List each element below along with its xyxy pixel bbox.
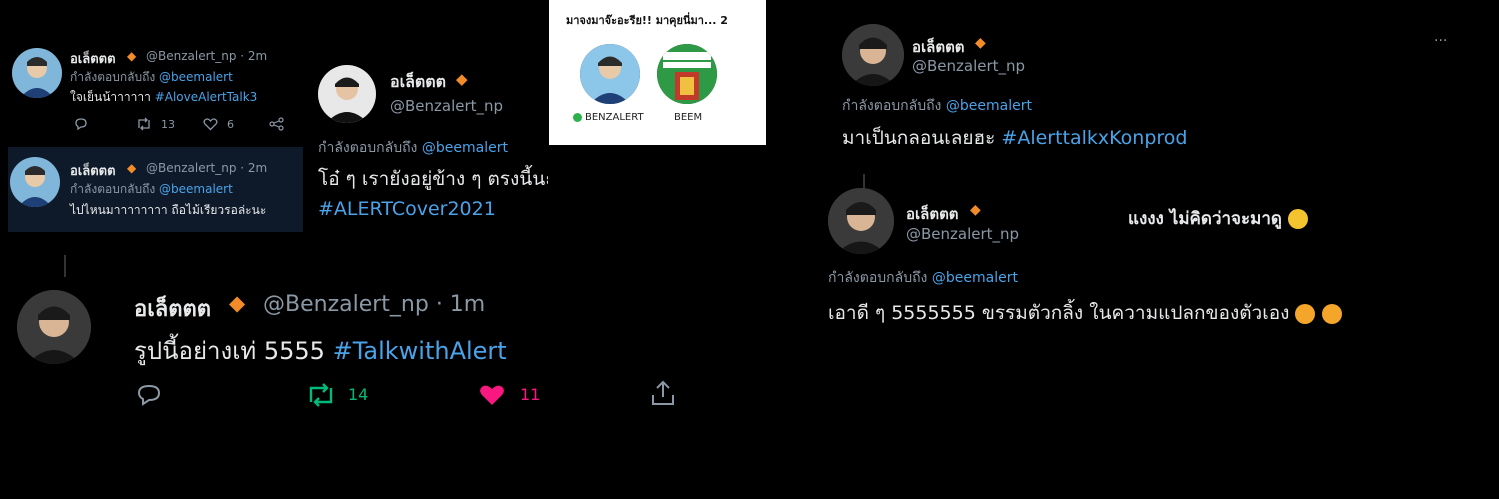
fox-emoji: ◆ xyxy=(456,70,468,88)
display-name[interactable]: อเล็ตตต xyxy=(70,160,116,181)
display-name[interactable]: อเล็ตตต xyxy=(70,48,116,69)
handle[interactable]: @Benzalert_np · 2m xyxy=(146,49,267,63)
mention-link[interactable]: @beemalert xyxy=(422,140,508,156)
grinning-squinting-face-icon xyxy=(1321,303,1342,324)
hashtag-link[interactable]: #AlerttalkxKonprod xyxy=(1001,127,1187,149)
online-dot xyxy=(573,113,582,122)
avatar[interactable] xyxy=(17,290,91,364)
mention-link[interactable]: @beemalert xyxy=(932,270,1018,286)
reply-icon[interactable] xyxy=(74,117,88,131)
tweet-text: โอ๋ ๆ เรายังอยู่ข้าง ๆ ตรงนี้นะ xyxy=(318,168,548,190)
reply-icon[interactable] xyxy=(136,383,162,407)
retweet-icon[interactable] xyxy=(136,117,152,131)
handle[interactable]: @Benzalert_np xyxy=(906,225,1019,243)
tweet-text: มาเป็นกลอนเลยฮะ #AlerttalkxKonprod xyxy=(842,127,1188,149)
retweet-count: 14 xyxy=(348,385,369,404)
panel-chat-card: มาจงมาจ๊ะอะรีย!! มาคุยนี่มา... 2 BENZALE… xyxy=(549,0,766,145)
retweet-icon[interactable] xyxy=(306,383,336,407)
handle[interactable]: @Benzalert_np xyxy=(912,57,1025,75)
hashtag-link[interactable]: #ALERTCover2021 xyxy=(318,198,496,220)
fox-emoji: ◆ xyxy=(970,202,981,218)
hashtag-link[interactable]: #AloveAlertTalk3 xyxy=(155,90,258,104)
tweet-text: ไปไหนมาาาาาาาา ถือไม้เรียวรอล่ะนะ xyxy=(70,203,267,217)
share-icon[interactable] xyxy=(649,379,677,407)
panel-tweet-small-1: อเล็ตตต ◆ @Benzalert_np · 2m กำลังตอบกลั… xyxy=(0,40,302,145)
handle[interactable]: @Benzalert_np · 1m xyxy=(263,292,485,317)
share-icon[interactable] xyxy=(269,117,284,131)
chat-user-label: BENZALERT xyxy=(585,112,644,123)
tweet-text: ใจเย็นน้าาาาาา #AloveAlertTalk3 xyxy=(70,90,258,104)
panel-tweet-medium: อเล็ตตต ◆ @Benzalert_np กำลังตอบกลับถึง … xyxy=(305,40,548,232)
chat-user-label: BEEM xyxy=(674,112,703,123)
avatar[interactable] xyxy=(842,24,904,86)
avatar[interactable] xyxy=(10,157,60,207)
fox-emoji: ◆ xyxy=(975,35,986,51)
like-icon[interactable] xyxy=(203,117,218,131)
avatar[interactable] xyxy=(828,188,894,254)
tweet-text: รูปนี้อย่างเท่ 5555 #TalkwithAlert xyxy=(134,337,507,365)
tweet-text: เอาดี ๆ 5555555 ขรรมตัวกลิ้ง ในความแปลกข… xyxy=(828,298,1342,328)
like-count: 11 xyxy=(520,385,541,404)
reply-line: กำลังตอบกลับถึง @beemalert xyxy=(70,70,233,84)
chat-title: มาจงมาจ๊ะอะรีย!! มาคุยนี่มา... 2 xyxy=(566,14,728,27)
fox-emoji: ◆ xyxy=(127,49,137,63)
panel-tweet-large: อเล็ตตต ◆ @Benzalert_np · 1m รูปนี้อย่าง… xyxy=(0,255,700,425)
mention-link[interactable]: @beemalert xyxy=(946,98,1032,114)
mention-link[interactable]: @beemalert xyxy=(159,70,233,84)
retweet-count: 13 xyxy=(161,118,175,131)
avatar[interactable] xyxy=(12,48,62,98)
reply-line: กำลังตอบกลับถึง @beemalert xyxy=(828,270,1018,286)
fox-emoji: ◆ xyxy=(127,161,137,175)
mention-link[interactable]: @beemalert xyxy=(159,182,233,196)
avatar-benzalert[interactable] xyxy=(580,44,640,104)
handle[interactable]: @Benzalert_np · 2m xyxy=(146,161,267,175)
more-options-icon[interactable]: ··· xyxy=(1434,33,1447,49)
handle[interactable]: @Benzalert_np xyxy=(390,97,503,115)
panel-tweet-right-1: อเล็ตตต ◆ @Benzalert_np ··· กำลังตอบกลับ… xyxy=(830,15,1470,165)
like-count: 6 xyxy=(227,118,234,131)
avatar-beem[interactable] xyxy=(657,44,717,104)
display-name[interactable]: อเล็ตตต xyxy=(912,35,965,59)
reply-line: กำลังตอบกลับถึง @beemalert xyxy=(842,98,1032,114)
reply-line: กำลังตอบกลับถึง @beemalert xyxy=(70,182,233,196)
display-name[interactable]: อเล็ตตต xyxy=(134,291,211,326)
avatar[interactable] xyxy=(318,65,376,123)
display-name[interactable]: อเล็ตตต xyxy=(906,202,959,226)
reply-line: กำลังตอบกลับถึง @beemalert xyxy=(318,140,508,156)
panel-tweet-right-2: อเล็ตตต ◆ @Benzalert_np แงงง ไม่คิดว่าจะ… xyxy=(820,185,1470,335)
winking-tongue-face-icon xyxy=(1295,303,1316,324)
panel-tweet-small-2: อเล็ตตต ◆ @Benzalert_np · 2m กำลังตอบกลั… xyxy=(8,147,303,232)
like-icon[interactable] xyxy=(478,383,506,407)
display-name[interactable]: อเล็ตตต xyxy=(390,70,446,95)
fox-emoji: ◆ xyxy=(229,291,246,315)
screaming-face-icon xyxy=(1287,209,1308,229)
hashtag-link[interactable]: #TalkwithAlert xyxy=(333,337,507,365)
caption-text: แงงง ไม่คิดว่าจะมาดู xyxy=(1128,205,1308,232)
